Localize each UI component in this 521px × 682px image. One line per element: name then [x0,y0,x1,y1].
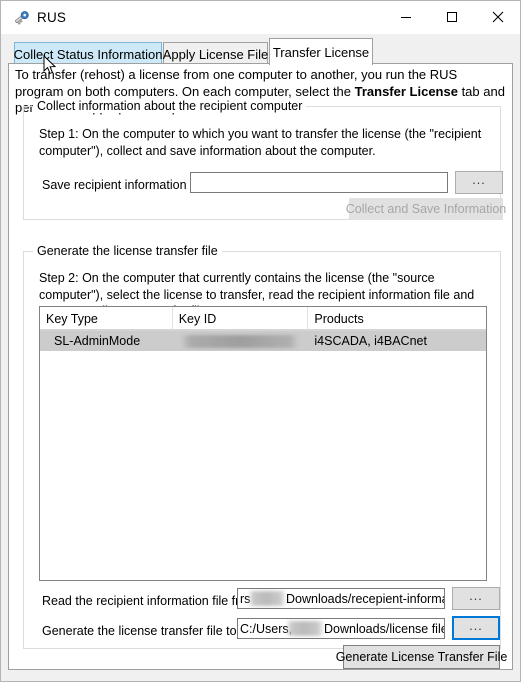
cell-key-type: SL-AdminMode [54,334,141,348]
cell-key-id [173,331,309,351]
redacted-key-id [180,334,299,348]
read-recipient-file-label: Read the recipient information file from [42,594,257,608]
key-icon [11,8,31,28]
tab-collect-status-information[interactable]: Collect Status Information [14,42,162,65]
group-generate-transfer-file: Generate the license transfer file Step … [23,244,507,669]
generate-path-suffix: Downloads/license file.h2h [324,622,444,636]
browse-generate-transfer-file-button[interactable]: ... [452,616,500,640]
close-icon [492,11,504,23]
tab-transfer-license[interactable]: Transfer License [269,38,373,65]
tab-apply-license-file[interactable]: Apply License File [163,42,268,65]
tab-label: Collect Status Information [13,46,163,62]
group-collect-recipient-info: Collect information about the recipient … [23,99,506,220]
group-collect-legend: Collect information about the recipient … [33,99,307,113]
collect-and-save-information-button[interactable]: Collect and Save Information [346,198,506,220]
license-list-view[interactable]: Key Type Key ID Products SL-AdminMode i4… [39,306,487,581]
cell-products: i4SCADA, i4BACnet [314,334,427,348]
step1-instructions: Step 1: On the computer to which you wan… [39,127,482,158]
maximize-button[interactable] [429,1,475,33]
minimize-button[interactable] [383,1,429,33]
generate-license-transfer-file-button[interactable]: Generate License Transfer File [336,645,507,669]
read-recipient-file-input[interactable]: rs Downloads/recepient-information.id [237,588,445,609]
window-title: RUS [37,10,67,25]
title-bar: RUS [1,1,520,35]
column-header-products[interactable]: Products [308,307,486,330]
generate-path-prefix: C:/Users, [240,622,293,636]
read-path-suffix: Downloads/recepient-information.id [286,592,444,606]
save-recipient-label: Save recipient information to [42,178,201,192]
save-recipient-input[interactable] [190,172,448,193]
tab-label: Transfer License [272,44,370,60]
tab-label: Apply License File [162,46,269,62]
generate-transfer-file-input[interactable]: C:/Users, Downloads/license file.h2h [237,618,445,639]
maximize-icon [447,12,457,22]
column-header-key-id[interactable]: Key ID [173,307,309,330]
table-row[interactable]: SL-AdminMode i4SCADA, i4BACnet [40,331,486,351]
column-header-key-type[interactable]: Key Type [40,307,173,330]
generate-transfer-file-label: Generate the license transfer file to [42,624,237,638]
tab-strip: Collect Status Information Apply License… [1,34,520,65]
intro-text-bold: Transfer License [354,83,458,99]
rus-application-window: RUS Collect Status Information Apply Lic… [0,0,521,682]
close-button[interactable] [475,1,520,33]
license-list-header: Key Type Key ID Products [40,307,486,331]
group-generate-legend: Generate the license transfer file [33,244,222,258]
transfer-license-panel: To transfer (rehost) a license from one … [8,63,513,670]
redacted-username-read [248,591,286,606]
browse-read-recipient-file-button[interactable]: ... [452,587,500,610]
minimize-icon [401,17,411,18]
redacted-username-generate [286,621,324,636]
browse-save-recipient-button[interactable]: ... [455,171,503,194]
